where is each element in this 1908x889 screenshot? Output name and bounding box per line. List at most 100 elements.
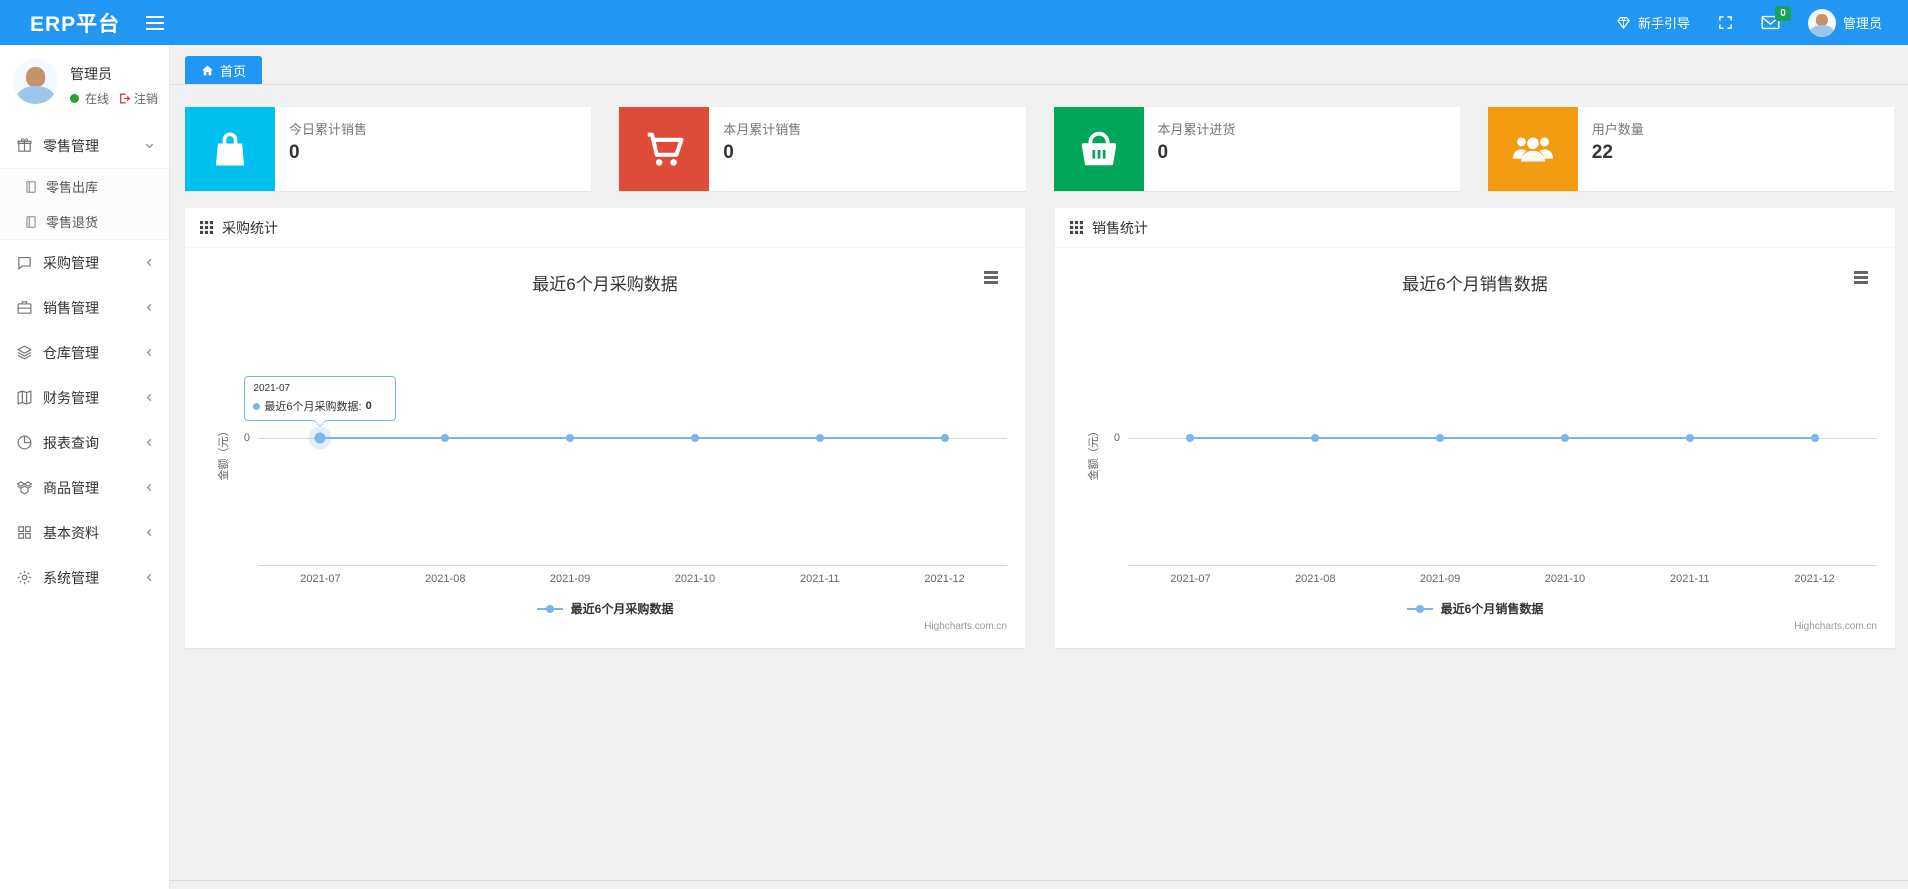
user-menu[interactable]: 管理员 [1807,8,1882,37]
app-logo: ERP平台 [30,12,121,36]
sidebar-item-label: 零售退货 [46,215,99,230]
legend-item[interactable]: 最近6个月销售数据 [1055,600,1895,617]
chevron-left-icon [144,572,155,583]
x-tick-label: 2021-08 [1295,573,1336,585]
chart-context-menu-icon[interactable] [1851,268,1871,289]
data-point[interactable] [690,434,699,442]
tooltip-value: 0 [365,400,372,412]
sidebar-menu: 零售管理 零售出库 零售退货 采购管理 销售管理 仓库管理 财务管理 报表查询 … [0,123,169,600]
sidebar-item-basic-data[interactable]: 基本资料 [0,510,169,555]
fullscreen-button[interactable] [1718,15,1733,30]
sidebar-item-system[interactable]: 系统管理 [0,555,169,600]
x-tick-label: 2021-11 [1669,573,1710,585]
guide-button[interactable]: 新手引导 [1616,13,1690,32]
avatar [1807,8,1836,37]
chart-context-menu-icon[interactable] [981,268,1001,289]
home-icon [202,65,213,75]
sidebar-item-sales[interactable]: 销售管理 [0,285,169,330]
messages-button[interactable]: 0 [1761,6,1791,30]
sidebar-item-label: 报表查询 [43,434,99,451]
chat-icon [16,254,33,271]
sidebar-item-label: 财务管理 [43,389,99,406]
data-point[interactable] [1186,434,1195,442]
data-point[interactable] [441,434,450,442]
chart-tooltip: 2021-07 最近6个月采购数据: 0 [244,376,397,421]
purchase-chart: 最近6个月采购数据 金额（元） 0 2021-07 2021-08 2021-09 2… [185,248,1025,647]
retail-submenu: 零售出库 零售退货 [0,168,169,240]
legend-marker-icon [1406,604,1433,613]
sidebar: 管理员 在线 注销 零售管理 零售出库 零售退货 采购管理 销售管理 仓库管理 … [0,45,170,889]
data-point[interactable] [1436,434,1445,442]
stat-card-month-purchase[interactable]: 本月累计进货 0 [1053,107,1460,191]
stat-card-today-sales[interactable]: 今日累计销售 0 [185,107,592,191]
sidebar-item-purchase[interactable]: 采购管理 [0,240,169,285]
data-point[interactable] [1560,434,1569,442]
gift-icon [16,137,33,154]
data-point[interactable] [1685,434,1694,442]
chart-panels-row: 采购统计 最近6个月采购数据 金额（元） 0 2021-07 2021-08 202… [185,208,1895,648]
data-point[interactable] [815,434,824,442]
legend-marker-icon [536,604,563,613]
chevron-left-icon [144,257,155,268]
avatar[interactable] [13,59,58,104]
legend-item[interactable]: 最近6个月采购数据 [185,600,1025,617]
stat-card-month-sales[interactable]: 本月累计销售 0 [619,107,1026,191]
sidebar-item-retail-outbound[interactable]: 零售出库 [0,169,169,204]
logout-button[interactable]: 注销 [118,90,158,107]
chevron-left-icon [144,527,155,538]
sidebar-item-retail[interactable]: 零售管理 [0,123,169,168]
journal-icon [24,180,38,194]
sidebar-user-card: 管理员 在线 注销 [0,45,169,119]
data-point[interactable] [314,432,326,444]
stat-card-user-count[interactable]: 用户数量 22 [1487,107,1894,191]
footer-divider [170,880,1908,889]
sidebar-item-label: 采购管理 [43,254,99,271]
chevron-left-icon [144,347,155,358]
series-line [1190,437,1815,439]
data-point[interactable] [1311,434,1320,442]
table-grid-icon [200,221,213,234]
table-grid-icon [1070,221,1083,234]
data-point[interactable] [1810,434,1819,442]
sidebar-item-finance[interactable]: 财务管理 [0,375,169,420]
sales-chart: 最近6个月销售数据 金额（元） 0 2021-07 2021-08 2021-09 2… [1055,248,1895,647]
legend-label: 最近6个月采购数据 [570,602,674,616]
chevron-left-icon [144,392,155,403]
stat-label: 本月累计销售 [723,122,802,137]
data-point[interactable] [566,434,575,442]
highcharts-credit-link[interactable]: Highcharts.com.cn [924,621,1007,632]
sidebar-toggle-icon[interactable] [140,10,170,36]
sidebar-item-label: 系统管理 [43,569,99,586]
highcharts-credit-link[interactable]: Highcharts.com.cn [1794,621,1877,632]
stat-value: 0 [289,142,300,163]
cart-icon [619,107,710,191]
tooltip-category: 2021-07 [253,383,291,394]
sidebar-item-label: 商品管理 [43,479,99,496]
data-point[interactable] [940,434,949,442]
sidebar-item-reports[interactable]: 报表查询 [0,420,169,465]
stat-label: 用户数量 [1591,122,1644,137]
x-tick-label: 2021-08 [425,573,466,585]
sidebar-item-retail-return[interactable]: 零售退货 [0,204,169,239]
x-axis-line [258,565,1007,566]
sidebar-item-warehouse[interactable]: 仓库管理 [0,330,169,375]
y-axis-title: 金额（元） [1088,425,1100,481]
x-tick-label: 2021-09 [1419,573,1461,585]
stat-value: 0 [723,142,734,163]
x-tick-label: 2021-10 [674,573,716,585]
y-tick-label: 0 [243,432,250,444]
tab-home[interactable]: 首页 [185,56,263,84]
panel-title: 销售统计 [1092,219,1148,236]
x-tick-label: 2021-09 [549,573,591,585]
sidebar-item-goods[interactable]: 商品管理 [0,465,169,510]
online-status-label: 在线 [85,92,110,106]
grid-icon [16,524,33,541]
tab-bar: 首页 [170,45,1908,85]
x-tick-label: 2021-12 [924,573,965,585]
logout-label: 注销 [134,92,159,106]
online-status-dot [70,94,79,103]
x-axis-line [1128,565,1877,566]
basket-icon [1053,107,1144,191]
message-count-badge: 0 [1774,6,1791,21]
x-tick-label: 2021-11 [799,573,840,585]
